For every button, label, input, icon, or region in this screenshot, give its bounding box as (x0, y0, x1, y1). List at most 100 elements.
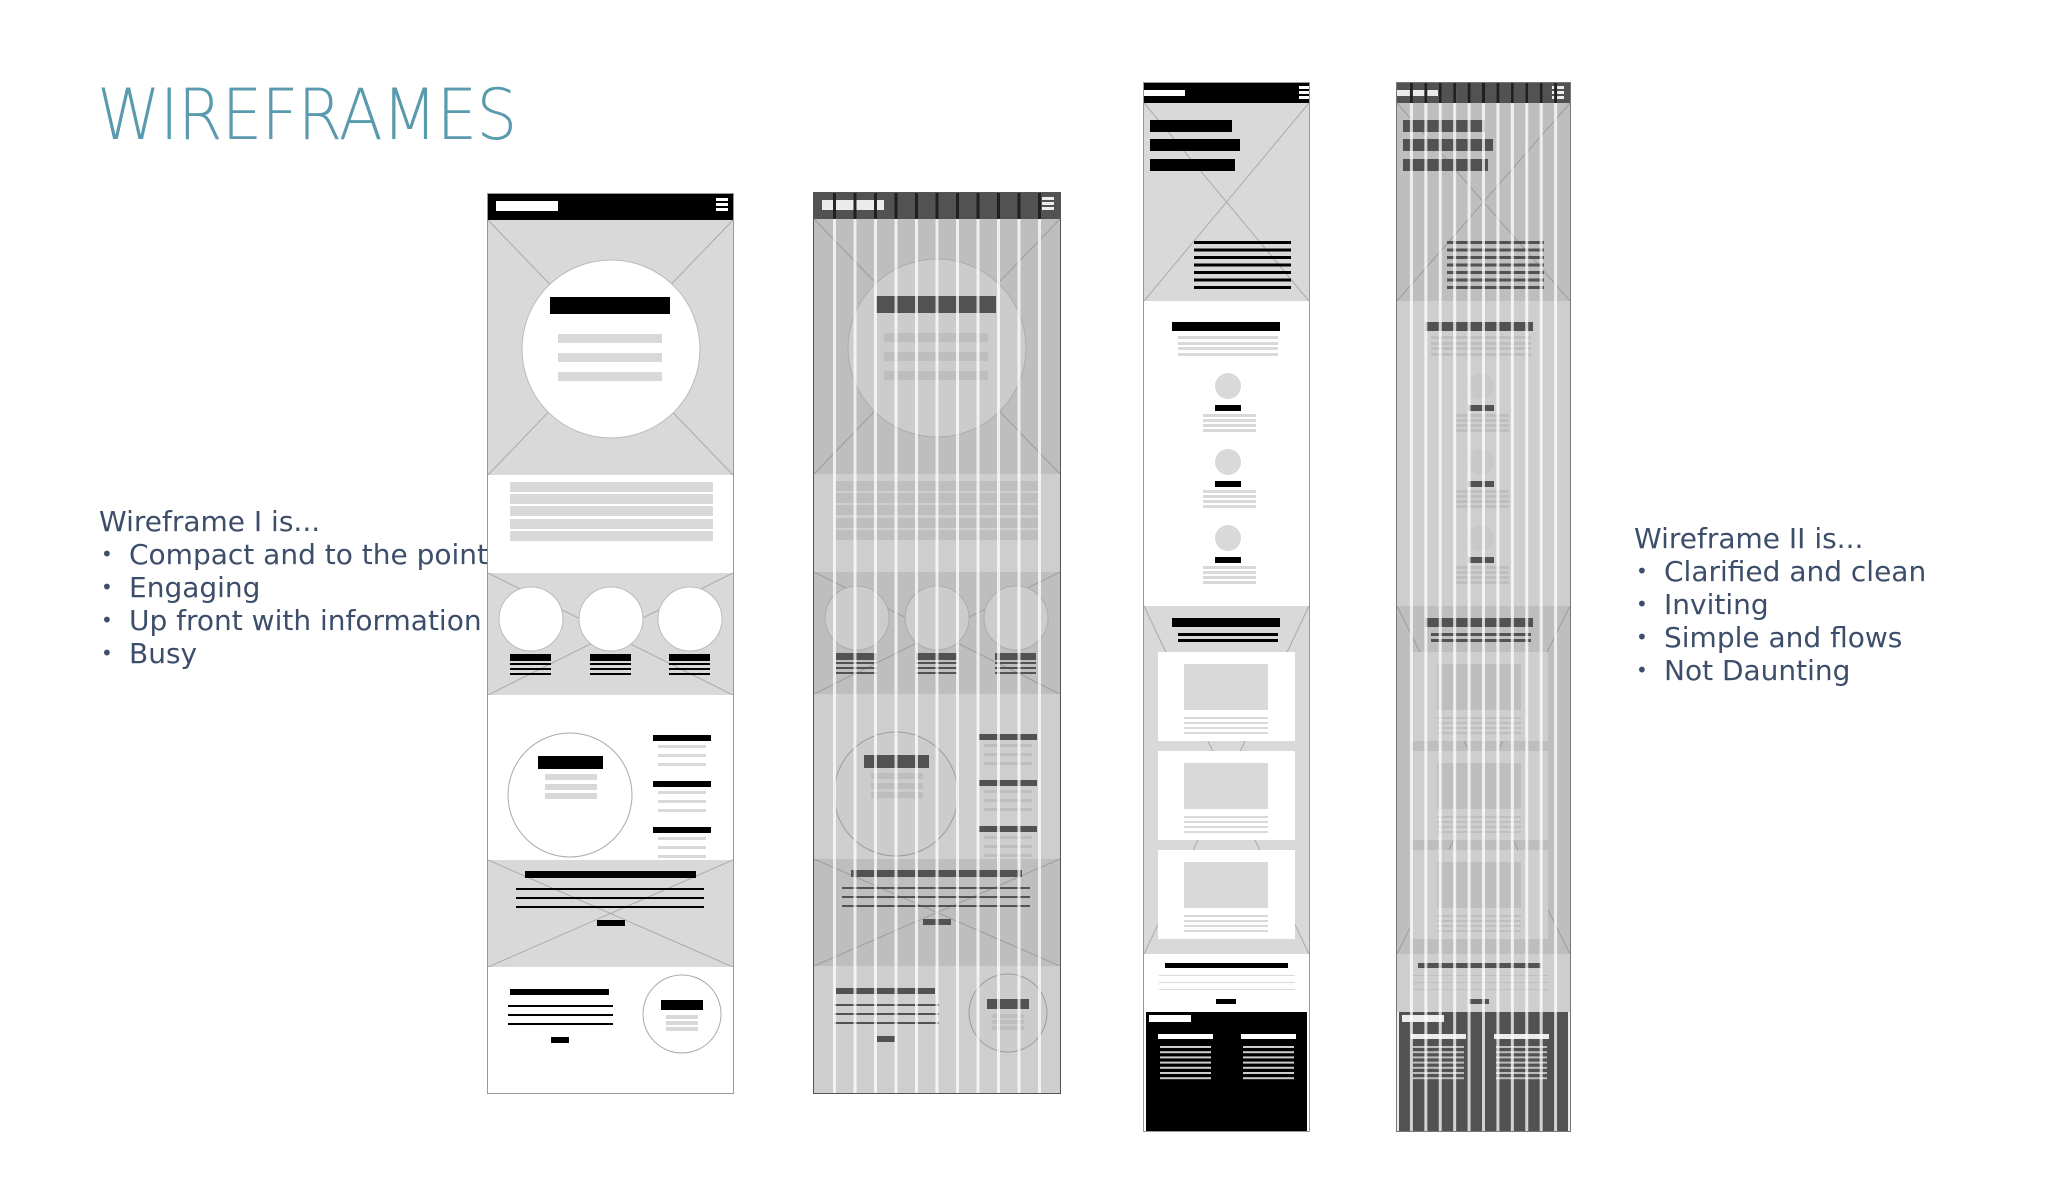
grid-gutter-dark (935, 193, 939, 219)
feature-text-line (510, 673, 551, 675)
notes-heading: Wireframe II is... (1634, 522, 1864, 555)
wireframe-2-notes: Wireframe II is... Clarified and clean I… (1634, 522, 2053, 687)
team-text-line (1203, 581, 1256, 584)
grid-gutter-dark (1453, 83, 1457, 103)
grid-gutter (874, 193, 877, 1093)
wireframe-1-notes: Wireframe I is... Compact and to the poi… (99, 505, 489, 670)
grid-gutter (1510, 83, 1514, 1131)
grid-gutter-dark (874, 193, 877, 219)
grid-gutter-dark (894, 193, 898, 219)
cta-text-line (1159, 989, 1295, 990)
detail-text-line (545, 793, 597, 799)
feature-circle (578, 586, 644, 652)
hero-heading-line (1150, 120, 1232, 132)
grid-gutter-dark (853, 193, 857, 219)
footer-col-heading (1158, 1034, 1213, 1039)
card-text-line (1184, 732, 1268, 734)
notes-bullet: Clarified and clean (1634, 555, 2053, 588)
hero-text-line (1194, 263, 1291, 267)
team-text-line (1203, 490, 1256, 493)
cards-text-line (1178, 633, 1278, 636)
logo-block (1144, 90, 1185, 96)
grid-gutter (1525, 83, 1529, 1131)
wireframe-1 (487, 193, 734, 1094)
hero-text-line (1194, 278, 1291, 282)
footer-link-line (1160, 1056, 1211, 1059)
card-text-line (1184, 831, 1268, 833)
grid-gutter (1467, 83, 1471, 1131)
cta-text-line (1159, 975, 1295, 976)
wireframe-2 (1143, 82, 1310, 1132)
footer-link-line (1243, 1051, 1294, 1054)
feature-title (590, 654, 631, 661)
notes-bullet: Simple and flows (1634, 621, 2053, 654)
team-name (1215, 405, 1241, 411)
intro-text-line (510, 519, 713, 529)
hero-heading (550, 297, 670, 314)
footer-circle-text (666, 1027, 698, 1031)
cta-text-line (516, 906, 704, 908)
hamburger-menu-icon (716, 203, 728, 206)
detail-text-line (545, 784, 597, 790)
team-text-line (1203, 505, 1256, 508)
footer-link-line (1160, 1046, 1211, 1048)
feature-circle (498, 586, 564, 652)
grid-gutter (1017, 193, 1021, 1093)
footer-circle-text (666, 1015, 698, 1019)
logo-block (496, 201, 558, 211)
team-text-line (1203, 495, 1256, 498)
grid-gutter-dark (956, 193, 959, 219)
grid-gutter (1438, 83, 1442, 1131)
hamburger-menu-icon (1299, 86, 1309, 89)
footer-button (551, 1037, 569, 1043)
footer-link-line (1243, 1061, 1294, 1064)
grid-gutter-dark (1510, 83, 1514, 103)
cta-heading (1165, 963, 1288, 968)
grid-gutter-dark (1496, 83, 1500, 103)
cta-text-line (516, 888, 704, 890)
footer-link-line (1160, 1072, 1211, 1074)
card-text-line (1184, 727, 1268, 729)
footer-circle-heading (661, 1000, 703, 1010)
grid-gutter (1539, 83, 1543, 1131)
grid-gutter-dark (997, 193, 1000, 219)
hero-text-line (1194, 271, 1291, 274)
footer-circle-text (666, 1021, 698, 1025)
list-text-line (658, 745, 706, 748)
feature-text-line (590, 673, 631, 675)
hero-text-line (1194, 248, 1291, 252)
team-avatar (1215, 373, 1241, 399)
wireframe-2-canvas (1144, 83, 1309, 1131)
hero-text-line (1194, 241, 1291, 244)
team-text-line (1178, 353, 1278, 356)
grid-gutter-dark (1554, 83, 1558, 103)
footer-link-line (1160, 1077, 1211, 1080)
footer-link-line (1160, 1061, 1211, 1064)
notes-bullet: Up front with information (99, 604, 489, 637)
feature-text-line (590, 663, 631, 665)
team-text-line (1203, 576, 1256, 579)
list-heading (653, 781, 711, 787)
wireframe-1-grid-canvas (814, 193, 1060, 1093)
footer-link-line (1160, 1066, 1211, 1069)
footer-link-line (1243, 1066, 1294, 1069)
page-title: WIREFRAMES (97, 74, 517, 156)
footer-circle (642, 974, 722, 1054)
feature-text-line (669, 663, 710, 665)
notes-list: Compact and to the point Engaging Up fro… (99, 538, 489, 670)
team-text-line (1203, 424, 1256, 427)
cards-text-line (1178, 639, 1278, 642)
grid-gutter (1038, 193, 1041, 1093)
team-name (1215, 557, 1241, 563)
grid-gutter-dark (1017, 193, 1021, 219)
hamburger-menu-icon (716, 198, 728, 201)
grid-gutter (935, 193, 939, 1093)
footer-link-line (1243, 1056, 1294, 1059)
footer-link-line (1243, 1046, 1294, 1048)
notes-bullet: Busy (99, 637, 489, 670)
feature-title (669, 654, 710, 661)
grid-gutter (1409, 83, 1413, 1131)
footer-heading (510, 989, 609, 995)
hamburger-menu-icon (1299, 91, 1309, 94)
grid-gutter-dark (1525, 83, 1529, 103)
